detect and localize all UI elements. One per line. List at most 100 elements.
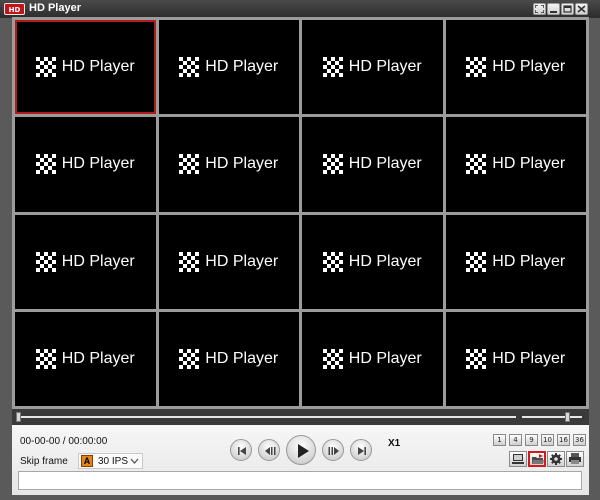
tile-label: HD Player bbox=[348, 252, 422, 270]
tile-label: HD Player bbox=[61, 58, 135, 76]
snapshot-folder-button[interactable] bbox=[528, 451, 546, 467]
hd-logo-icon bbox=[179, 251, 200, 272]
video-tile[interactable]: HD Player bbox=[158, 20, 300, 115]
tile-label: HD Player bbox=[61, 155, 135, 173]
tile-logo: HD Player bbox=[446, 152, 587, 176]
tile-label: HD Player bbox=[492, 349, 566, 367]
minimize-button[interactable] bbox=[547, 3, 560, 15]
printer-icon bbox=[569, 453, 581, 464]
status-field[interactable] bbox=[18, 471, 582, 490]
tile-logo: HD Player bbox=[446, 55, 587, 79]
layout-4-button[interactable]: 4 bbox=[509, 434, 522, 446]
video-tile[interactable]: HD Player bbox=[445, 117, 587, 212]
hd-logo-icon bbox=[35, 57, 56, 78]
monitor-button[interactable] bbox=[509, 451, 527, 467]
video-tile[interactable]: HD Player bbox=[15, 20, 156, 115]
tile-label: HD Player bbox=[205, 252, 279, 270]
skip-frame-label: Skip frame bbox=[20, 456, 68, 467]
monitor-icon bbox=[512, 454, 524, 464]
layout-10-button[interactable]: 10 bbox=[541, 434, 554, 446]
hd-logo-icon bbox=[179, 348, 200, 369]
skip-to-start-icon bbox=[238, 447, 246, 455]
settings-button[interactable] bbox=[547, 451, 565, 467]
video-tile[interactable]: HD Player bbox=[158, 214, 299, 309]
play-icon bbox=[298, 444, 309, 458]
fullscreen-button[interactable] bbox=[533, 3, 546, 15]
tile-logo: HD Player bbox=[15, 250, 156, 274]
video-tile[interactable]: HD Player bbox=[302, 214, 443, 309]
control-panel: 00-00-00 / 00:00:00 Skip frame A 30 IPS bbox=[12, 425, 589, 495]
tile-logo: HD Player bbox=[302, 347, 443, 371]
close-icon bbox=[577, 5, 586, 13]
speed-indicator: X1 bbox=[388, 438, 401, 449]
video-tile[interactable]: HD Player bbox=[302, 20, 443, 115]
seek-track[interactable] bbox=[16, 416, 516, 418]
skip-to-start-button[interactable] bbox=[230, 439, 252, 461]
layout-9-button[interactable]: 9 bbox=[525, 434, 538, 446]
tile-logo: HD Player bbox=[302, 152, 443, 176]
video-tile[interactable]: HD Player bbox=[445, 214, 587, 309]
volume-handle[interactable] bbox=[565, 412, 570, 422]
skip-to-end-button[interactable] bbox=[350, 439, 372, 461]
video-grid: HD Player HD Player HD Player HD Player HD P… bbox=[12, 17, 589, 409]
tile-label: HD Player bbox=[205, 349, 279, 367]
fps-value: 30 IPS bbox=[98, 456, 129, 467]
video-tile[interactable]: HD Player bbox=[302, 117, 443, 212]
tile-logo: HD Player bbox=[159, 347, 300, 371]
maximize-button[interactable] bbox=[561, 3, 574, 15]
video-tile[interactable]: HD Player bbox=[158, 311, 300, 406]
seek-handle[interactable] bbox=[16, 412, 21, 422]
volume-track[interactable] bbox=[522, 416, 582, 418]
video-tile[interactable]: HD Player bbox=[445, 20, 587, 115]
tile-logo: HD Player bbox=[446, 250, 587, 274]
video-tile[interactable]: HD Player bbox=[445, 311, 587, 406]
tile-label: HD Player bbox=[492, 252, 566, 270]
app-logo-icon: HD bbox=[4, 3, 25, 15]
step-forward-icon bbox=[328, 447, 339, 455]
tile-label: HD Player bbox=[205, 155, 279, 173]
tile-label: HD Player bbox=[492, 58, 566, 76]
tile-logo: HD Player bbox=[159, 55, 300, 79]
print-button[interactable] bbox=[566, 451, 584, 467]
tile-label: HD Player bbox=[348, 58, 422, 76]
tile-logo: HD Player bbox=[15, 152, 156, 176]
hd-logo-icon bbox=[179, 57, 200, 78]
close-button[interactable] bbox=[575, 3, 588, 15]
hd-logo-icon bbox=[322, 251, 343, 272]
seekbar-area bbox=[12, 409, 589, 425]
tile-logo: HD Player bbox=[159, 152, 300, 176]
hd-logo-icon bbox=[322, 154, 343, 175]
video-tile[interactable]: HD Player bbox=[15, 311, 156, 406]
video-tile[interactable]: HD Player bbox=[15, 214, 156, 309]
step-back-button[interactable] bbox=[258, 439, 280, 461]
step-back-icon bbox=[265, 447, 276, 455]
maximize-icon bbox=[563, 5, 572, 13]
gear-icon bbox=[550, 453, 562, 465]
folder-icon bbox=[532, 454, 544, 464]
layout-36-button[interactable]: 36 bbox=[573, 434, 586, 446]
hd-logo-icon bbox=[466, 57, 487, 78]
window-title: HD Player bbox=[29, 2, 81, 14]
step-forward-button[interactable] bbox=[322, 439, 344, 461]
tile-label: HD Player bbox=[348, 155, 422, 173]
hd-logo-icon bbox=[179, 154, 200, 175]
skip-to-end-icon bbox=[358, 447, 366, 455]
hd-logo-icon bbox=[322, 57, 343, 78]
video-tile[interactable]: HD Player bbox=[15, 117, 156, 212]
layout-16-button[interactable]: 16 bbox=[557, 434, 570, 446]
hd-logo-icon bbox=[466, 348, 487, 369]
hd-logo-icon bbox=[35, 251, 56, 272]
layout-1-button[interactable]: 1 bbox=[493, 434, 506, 446]
play-button[interactable] bbox=[286, 435, 316, 465]
tile-logo: HD Player bbox=[446, 347, 587, 371]
tile-label: HD Player bbox=[492, 155, 566, 173]
video-tile[interactable]: HD Player bbox=[158, 117, 300, 212]
hd-logo-icon bbox=[35, 348, 56, 369]
tile-logo: HD Player bbox=[302, 250, 443, 274]
auto-icon: A bbox=[81, 455, 93, 467]
fps-select[interactable]: A 30 IPS bbox=[78, 453, 143, 469]
hd-logo-icon bbox=[466, 251, 487, 272]
video-tile[interactable]: HD Player bbox=[302, 311, 443, 406]
title-bar[interactable]: HD HD Player bbox=[0, 0, 600, 18]
tile-logo: HD Player bbox=[15, 347, 156, 371]
